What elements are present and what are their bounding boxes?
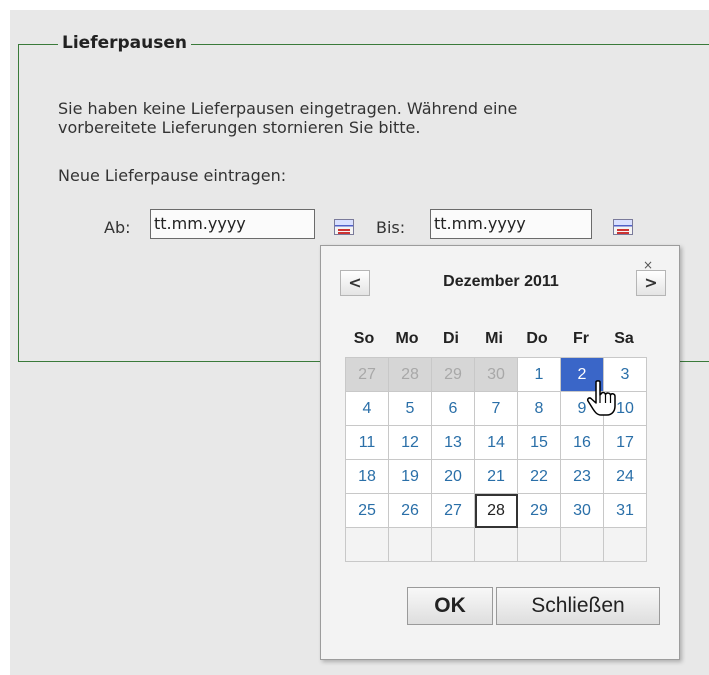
close-icon[interactable]: × bbox=[643, 259, 653, 271]
calendar-day[interactable]: 19 bbox=[389, 460, 432, 494]
new-pause-label: Neue Lieferpause eintragen: bbox=[58, 166, 287, 185]
calendar-day[interactable]: 6 bbox=[432, 392, 475, 426]
section-legend: Lieferpausen bbox=[58, 32, 191, 54]
weekday-header-so: So bbox=[353, 330, 375, 347]
calendar-day[interactable]: 22 bbox=[518, 460, 561, 494]
calendar-day[interactable]: 27 bbox=[432, 494, 475, 528]
weekday-header-mo: Mo bbox=[395, 330, 419, 347]
calendar-day[interactable]: 28 bbox=[475, 494, 518, 528]
calendar-empty-cell bbox=[604, 528, 647, 562]
month-year-label: Dezember 2011 bbox=[443, 273, 559, 290]
calendar-empty-cell bbox=[475, 528, 518, 562]
calendar-day[interactable]: 13 bbox=[432, 426, 475, 460]
from-calendar-icon[interactable] bbox=[334, 219, 354, 235]
weekday-header-fr: Fr bbox=[573, 330, 589, 347]
calendar-empty-cell bbox=[518, 528, 561, 562]
prev-month-button[interactable]: < bbox=[340, 270, 370, 296]
calendar-day[interactable]: 4 bbox=[346, 392, 389, 426]
from-date-input[interactable]: tt.mm.yyyy bbox=[150, 209, 315, 239]
calendar-day[interactable]: 15 bbox=[518, 426, 561, 460]
weekday-header-mi: Mi bbox=[485, 330, 503, 347]
calendar-day[interactable]: 16 bbox=[561, 426, 604, 460]
calendar-day[interactable]: 30 bbox=[475, 358, 518, 392]
to-label: Bis: bbox=[376, 218, 406, 237]
calendar-day[interactable]: 20 bbox=[432, 460, 475, 494]
weekday-header-do: Do bbox=[526, 330, 548, 347]
info-text-line2: vorbereitete Lieferungen stornieren Sie … bbox=[58, 118, 421, 137]
calendar-day[interactable]: 12 bbox=[389, 426, 432, 460]
calendar-day[interactable]: 27 bbox=[346, 358, 389, 392]
to-date-input[interactable]: tt.mm.yyyy bbox=[430, 209, 592, 239]
calendar-day[interactable]: 28 bbox=[389, 358, 432, 392]
calendar-day[interactable]: 21 bbox=[475, 460, 518, 494]
ok-button[interactable]: OK bbox=[407, 587, 493, 625]
calendar-day[interactable]: 29 bbox=[432, 358, 475, 392]
calendar-day[interactable]: 26 bbox=[389, 494, 432, 528]
calendar-empty-cell bbox=[389, 528, 432, 562]
calendar-empty-cell bbox=[432, 528, 475, 562]
info-text-line1: Sie haben keine Lieferpausen eingetragen… bbox=[58, 99, 518, 118]
calendar-day[interactable]: 5 bbox=[389, 392, 432, 426]
calendar-day[interactable]: 30 bbox=[561, 494, 604, 528]
calendar-empty-cell bbox=[346, 528, 389, 562]
calendar-day[interactable]: 25 bbox=[346, 494, 389, 528]
calendar-day[interactable]: 7 bbox=[475, 392, 518, 426]
calendar-day[interactable]: 29 bbox=[518, 494, 561, 528]
calendar-day[interactable]: 31 bbox=[604, 494, 647, 528]
hand-cursor-icon bbox=[587, 380, 616, 416]
calendar-empty-cell bbox=[561, 528, 604, 562]
from-label: Ab: bbox=[104, 218, 131, 237]
weekday-header-sa: Sa bbox=[614, 330, 634, 347]
calendar-day[interactable]: 11 bbox=[346, 426, 389, 460]
calendar-day[interactable]: 18 bbox=[346, 460, 389, 494]
to-calendar-icon[interactable] bbox=[613, 219, 633, 235]
calendar-day[interactable]: 24 bbox=[604, 460, 647, 494]
calendar-day[interactable]: 1 bbox=[518, 358, 561, 392]
close-button[interactable]: Schließen bbox=[496, 587, 660, 625]
calendar-day[interactable]: 17 bbox=[604, 426, 647, 460]
weekday-header-di: Di bbox=[443, 330, 459, 347]
calendar-day[interactable]: 23 bbox=[561, 460, 604, 494]
calendar-day[interactable]: 8 bbox=[518, 392, 561, 426]
calendar-day[interactable]: 14 bbox=[475, 426, 518, 460]
next-month-button[interactable]: > bbox=[636, 270, 666, 296]
